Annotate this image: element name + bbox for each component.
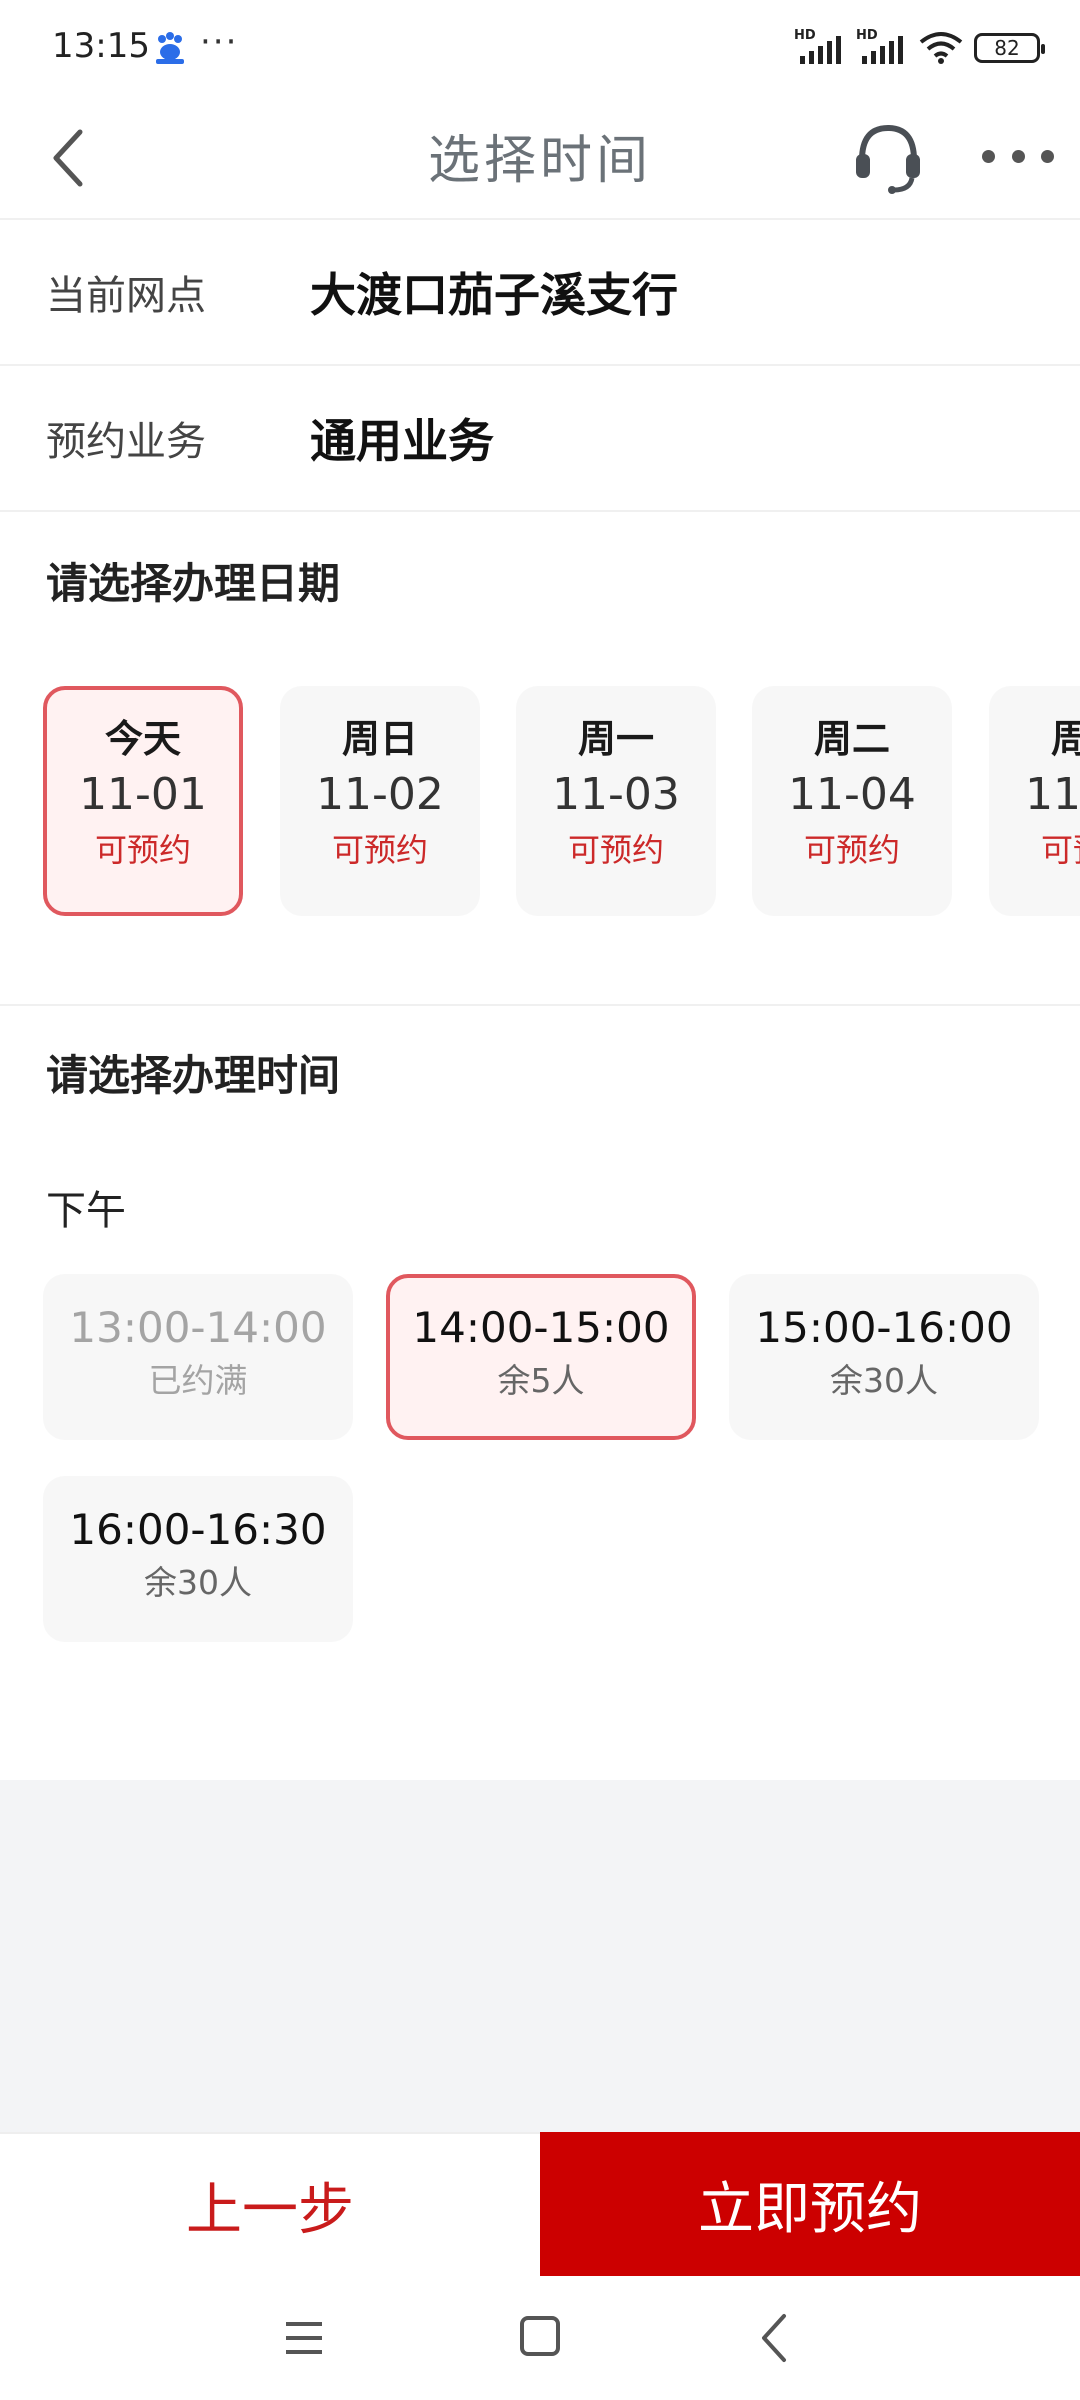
branch-label: 当前网点 <box>46 273 206 319</box>
status-time: 13:15 <box>52 26 150 66</box>
business-value: 通用业务 <box>310 414 494 468</box>
date-dow: 周三 <box>1050 717 1080 761</box>
more-options-button[interactable] <box>982 136 1054 176</box>
slot-remain: 已约满 <box>148 1361 248 1400</box>
nav-header: 选择时间 <box>0 96 1080 220</box>
action-bar: 上一步 立即预约 <box>0 2132 1080 2276</box>
signal-icon: HD <box>794 28 846 68</box>
empty-gray-area <box>0 1780 1080 2132</box>
status-more-dots: ··· <box>200 22 239 62</box>
customer-service-button[interactable] <box>852 120 924 196</box>
more-dot <box>1041 149 1054 163</box>
time-slot[interactable]: 15:00-16:00 余30人 <box>729 1274 1039 1440</box>
date-dow: 周日 <box>341 717 418 761</box>
headset-icon <box>856 124 920 194</box>
home-icon[interactable] <box>520 2316 560 2356</box>
date-status: 可预约 <box>803 831 900 869</box>
system-nav-bar <box>0 2276 1080 2400</box>
date-card[interactable]: 周三 11-05 可预约 <box>989 686 1080 916</box>
more-dot <box>1011 149 1025 163</box>
slot-range: 14:00-15:00 <box>412 1303 670 1352</box>
date-strip: 今天 11-01 可预约 周日 11-02 可预约 周一 11-03 可预约 周… <box>0 686 1080 916</box>
time-slot: 13:00-14:00 已约满 <box>43 1274 353 1440</box>
slot-range: 16:00-16:30 <box>69 1505 327 1554</box>
date-card[interactable]: 周二 11-04 可预约 <box>752 686 952 916</box>
period-label: 下午 <box>46 1188 126 1234</box>
menu-icon[interactable] <box>282 2316 326 2360</box>
business-row: 预约业务 通用业务 <box>0 366 1080 512</box>
date-value: 11-02 <box>316 769 444 820</box>
date-value: 11-05 <box>1025 769 1080 820</box>
date-section-title: 请选择办理日期 <box>46 559 341 608</box>
wifi-icon <box>919 32 963 64</box>
branch-row: 当前网点 大渡口茄子溪支行 <box>0 220 1080 366</box>
time-slot[interactable]: 14:00-15:00 余5人 <box>386 1274 696 1440</box>
date-card[interactable]: 周日 11-02 可预约 <box>280 686 480 916</box>
slot-range: 13:00-14:00 <box>69 1303 327 1352</box>
time-slot[interactable]: 16:00-16:30 余30人 <box>43 1476 353 1642</box>
date-dow: 今天 <box>104 717 181 761</box>
slot-remain: 余30人 <box>144 1563 252 1602</box>
time-section-title: 请选择办理时间 <box>46 1051 341 1100</box>
signal-icon-2: HD <box>856 28 908 68</box>
section-divider <box>0 1004 1080 1006</box>
previous-step-button[interactable]: 上一步 <box>0 2132 540 2276</box>
date-value: 11-03 <box>552 769 680 820</box>
date-value: 11-01 <box>79 769 207 820</box>
baidu-paw-icon <box>156 32 184 64</box>
date-dow: 周一 <box>577 717 654 761</box>
status-indicators: HD HD 82 <box>794 26 1045 70</box>
date-status: 可预约 <box>1040 831 1080 869</box>
date-card[interactable]: 周一 11-03 可预约 <box>516 686 716 916</box>
business-label: 预约业务 <box>46 419 206 465</box>
branch-value: 大渡口茄子溪支行 <box>310 268 678 322</box>
date-status: 可预约 <box>567 831 664 869</box>
back-nav-icon[interactable] <box>754 2312 794 2364</box>
date-value: 11-04 <box>788 769 916 820</box>
slot-range: 15:00-16:00 <box>755 1303 1013 1352</box>
date-dow: 周二 <box>813 717 890 761</box>
battery-icon: 82 <box>974 33 1045 63</box>
slot-remain: 余5人 <box>497 1361 585 1400</box>
date-status: 可预约 <box>94 831 191 869</box>
book-now-button[interactable]: 立即预约 <box>540 2132 1080 2276</box>
more-dot <box>982 149 995 163</box>
slot-remain: 余30人 <box>830 1361 938 1400</box>
date-status: 可预约 <box>331 831 428 869</box>
status-bar: 13:15 ··· HD HD 82 <box>0 0 1080 96</box>
date-card[interactable]: 今天 11-01 可预约 <box>43 686 243 916</box>
